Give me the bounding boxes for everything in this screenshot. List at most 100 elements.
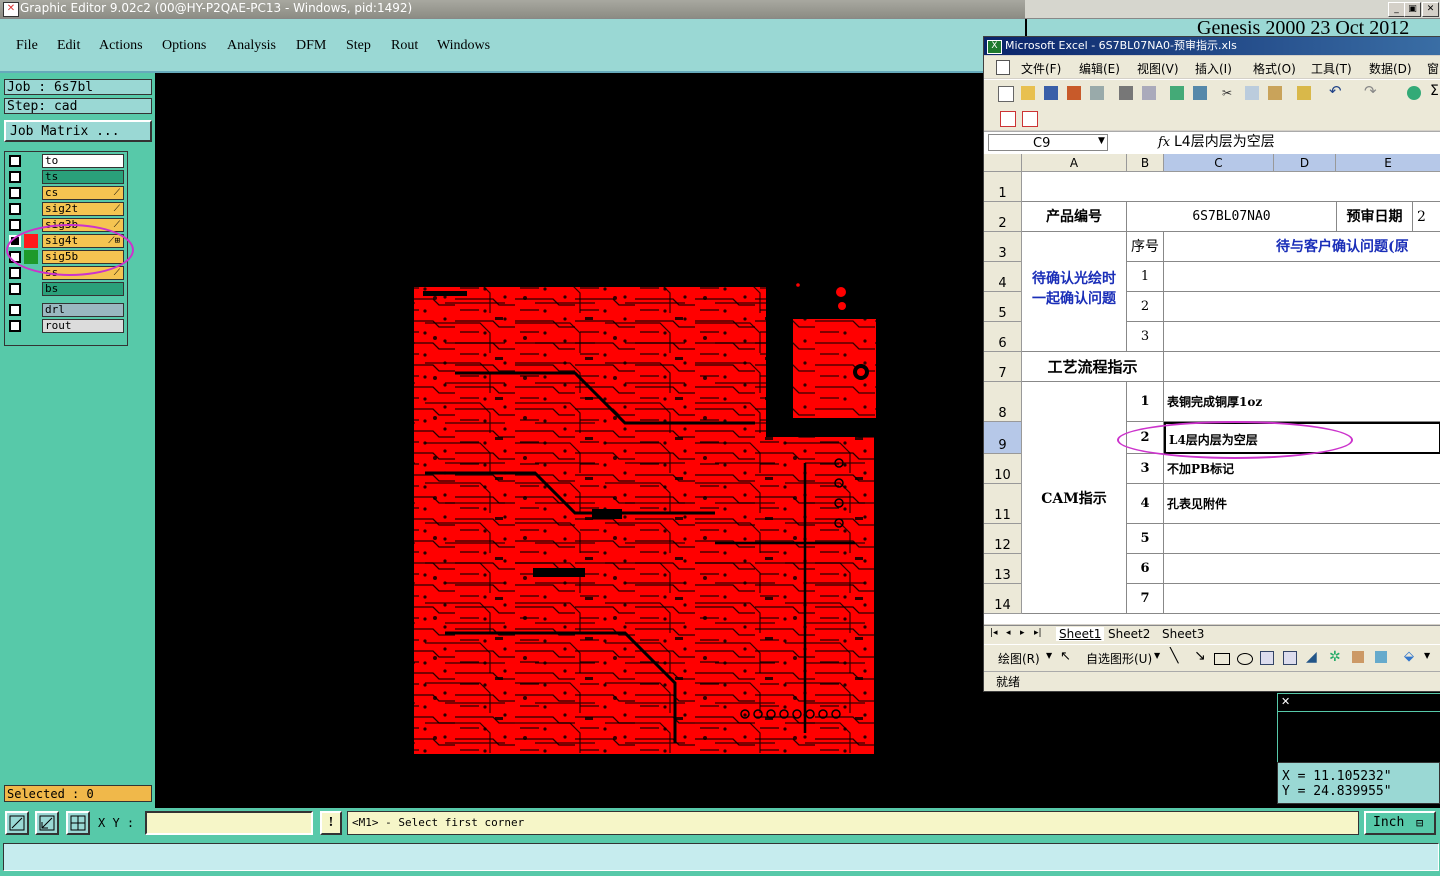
oval-icon[interactable] (1237, 653, 1253, 665)
mini-view-close-icon[interactable]: ✕ (1281, 695, 1290, 708)
tab-sheet1[interactable]: Sheet1 (1056, 627, 1105, 641)
copy-icon[interactable] (1245, 86, 1259, 100)
cell-pending-label[interactable]: 待确认光绘时 一起确认问题 (1022, 232, 1127, 352)
layer-checkbox[interactable] (9, 203, 21, 215)
tab-prev-icon[interactable]: ◂ (1006, 628, 1011, 638)
tab-last-icon[interactable]: ▸| (1034, 628, 1042, 638)
layer-color-swatch[interactable] (24, 282, 38, 296)
cell-pending-item[interactable] (1164, 292, 1440, 322)
layer-checkbox[interactable] (9, 187, 21, 199)
clipart-icon[interactable] (1352, 651, 1364, 663)
column-header-b[interactable]: B (1127, 154, 1164, 172)
open-icon[interactable] (1021, 86, 1035, 100)
row-header[interactable]: 3 (984, 232, 1022, 262)
cell-cam-seq[interactable]: 1 (1127, 382, 1164, 422)
cell-review-date[interactable]: 2 (1413, 202, 1440, 232)
menu-actions[interactable]: Actions (99, 38, 143, 54)
layer-row-ts[interactable]: ts (6, 170, 124, 184)
menu-edit[interactable]: Edit (57, 38, 80, 54)
cell-process-value[interactable] (1164, 352, 1440, 382)
cell-pending-seq[interactable]: 3 (1127, 322, 1164, 352)
pdf-convert-icon[interactable] (1000, 111, 1016, 127)
minimize-button[interactable]: _ (1388, 2, 1405, 17)
layer-row-drl[interactable]: drl (6, 303, 124, 317)
excel-menu-view[interactable]: 视图(V) (1137, 60, 1179, 77)
email-icon[interactable] (1090, 86, 1104, 100)
tab-first-icon[interactable]: |◂ (990, 628, 998, 638)
cell-pending-header[interactable]: 待与客户确认问题(原 (1164, 232, 1440, 262)
excel-menu-window[interactable]: 窗 (1427, 60, 1439, 77)
layer-color-swatch[interactable] (24, 319, 38, 333)
cell-product-no[interactable]: 6S7BL07NA0 (1127, 202, 1337, 232)
layer-color-swatch[interactable] (24, 170, 38, 184)
picture-icon[interactable] (1375, 651, 1387, 663)
cell-cam-item[interactable]: 表铜完成铜厚1oz (1164, 382, 1440, 422)
new-icon[interactable] (998, 86, 1014, 102)
autosum-icon[interactable]: Σ (1430, 84, 1440, 98)
layer-row-cs[interactable]: cs ⟋ (6, 186, 124, 200)
cell-pending-item[interactable] (1164, 322, 1440, 352)
layer-checkbox[interactable] (9, 219, 21, 231)
excel-menu-edit[interactable]: 编辑(E) (1079, 60, 1120, 77)
layer-row-sig2t[interactable]: sig2t ⟋ (6, 202, 124, 216)
hyperlink-icon[interactable] (1407, 86, 1421, 100)
spelling-icon[interactable] (1170, 86, 1184, 100)
excel-menu-insert[interactable]: 插入(I) (1195, 60, 1232, 77)
research-icon[interactable] (1193, 86, 1207, 100)
unit-selector[interactable]: Inch ⊟ (1364, 811, 1436, 835)
row-header[interactable]: 1 (984, 172, 1022, 202)
layer-name[interactable]: cs ⟋ (42, 186, 124, 200)
job-matrix-button[interactable]: Job Matrix ... (4, 120, 152, 142)
menu-step[interactable]: Step (346, 38, 371, 54)
cell-seq-label[interactable]: 序号 (1127, 232, 1164, 262)
undo-icon[interactable]: ↶ (1329, 84, 1343, 99)
snap-grid-icon[interactable] (66, 811, 90, 835)
line-icon[interactable]: ╲ (1170, 648, 1178, 664)
cell-cam-seq[interactable]: 3 (1127, 454, 1164, 484)
cell-cam-item[interactable]: 不加PB标记 (1164, 454, 1440, 484)
layer-checkbox[interactable] (9, 267, 21, 279)
draw-menu[interactable]: 绘图(R) (998, 650, 1040, 667)
layer-color-swatch[interactable] (24, 154, 38, 168)
cell-cam-seq[interactable]: 6 (1127, 554, 1164, 584)
print-icon[interactable] (1119, 86, 1133, 100)
column-header-d[interactable]: D (1274, 154, 1336, 172)
row-header[interactable]: 12 (984, 524, 1022, 554)
autoshapes-dropdown-icon[interactable]: ▼ (1154, 651, 1160, 660)
cell-pending-item[interactable] (1164, 262, 1440, 292)
fill-color-icon[interactable]: ⬙ (1404, 649, 1414, 664)
excel-grid[interactable]: A B C D E 1 2 3 4 5 6 7 8 9 10 11 12 13 14 产品编号 6S7BL07NA0 预审… (984, 154, 1440, 624)
autoshapes-menu[interactable]: 自选图形(U) (1086, 650, 1152, 667)
excel-menu-file[interactable]: 文件(F) (1021, 60, 1061, 77)
cell-process-label[interactable]: 工艺流程指示 (1022, 352, 1164, 382)
column-header-a[interactable]: A (1022, 154, 1127, 172)
print-preview-icon[interactable] (1142, 86, 1156, 100)
layer-row-rout[interactable]: rout (6, 319, 124, 333)
layer-name[interactable]: rout (42, 319, 124, 333)
menu-dfm[interactable]: DFM (296, 38, 326, 54)
layer-row-bs[interactable]: bs (6, 282, 124, 296)
diagram-icon[interactable]: ✲ (1329, 649, 1341, 665)
tab-next-icon[interactable]: ▸ (1020, 628, 1025, 638)
formula-input[interactable]: L4层内层为空层 (1174, 134, 1275, 151)
cell-product-no-label[interactable]: 产品编号 (1022, 202, 1127, 232)
layer-name[interactable]: sig2t ⟋ (42, 202, 124, 216)
row-header[interactable]: 8 (984, 382, 1022, 422)
textbox-icon[interactable] (1260, 651, 1274, 665)
menu-windows[interactable]: Windows (437, 38, 490, 54)
cell-cam-item[interactable] (1164, 554, 1440, 584)
tab-sheet3[interactable]: Sheet3 (1162, 627, 1204, 641)
row-header[interactable]: 11 (984, 484, 1022, 524)
layer-checkbox[interactable] (9, 283, 21, 295)
column-header-c[interactable]: C (1164, 154, 1274, 172)
excel-menu-tools[interactable]: 工具(T) (1311, 60, 1352, 77)
name-box[interactable]: C9 (988, 134, 1108, 151)
select-objects-icon[interactable]: ↖ (1060, 649, 1071, 664)
paste-icon[interactable] (1268, 86, 1282, 100)
row-header[interactable]: 7 (984, 352, 1022, 382)
wordart-icon[interactable]: ◢ (1306, 649, 1317, 665)
row-header[interactable]: 2 (984, 202, 1022, 232)
row-header[interactable]: 10 (984, 454, 1022, 484)
cell-cam-item[interactable] (1164, 584, 1440, 614)
row-header[interactable]: 4 (984, 262, 1022, 292)
